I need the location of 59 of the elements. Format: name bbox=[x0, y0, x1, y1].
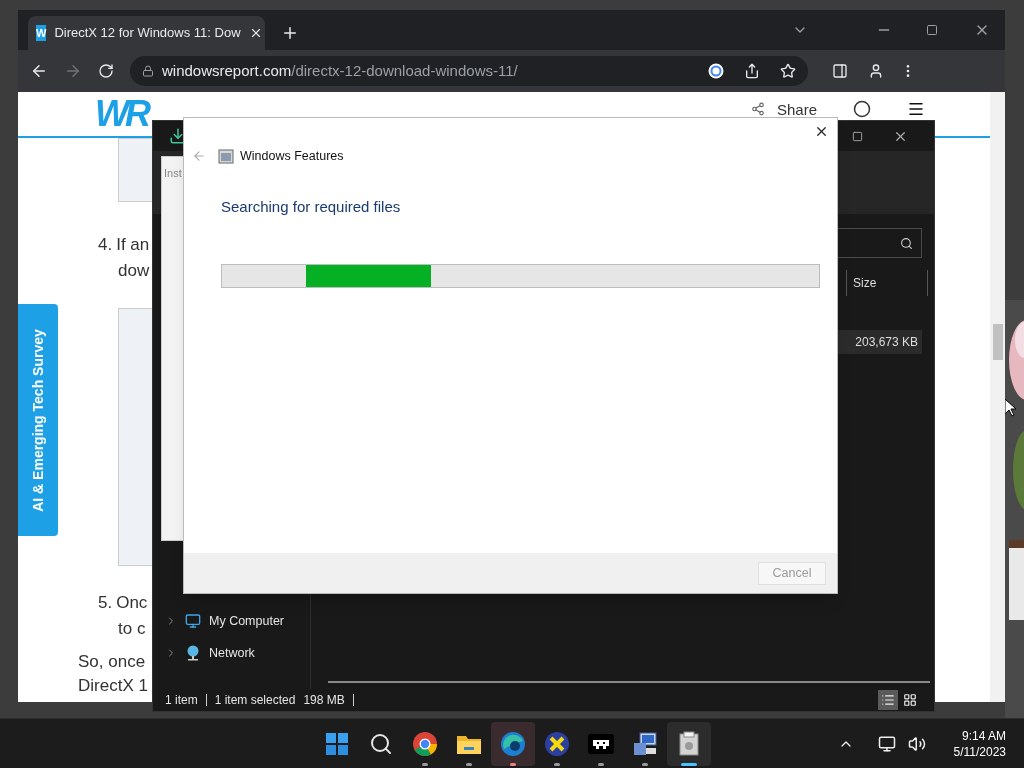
status-text: 1 item bbox=[165, 692, 198, 709]
step-text: Onc bbox=[116, 592, 148, 614]
profile-icon[interactable] bbox=[868, 63, 884, 79]
share-icon[interactable] bbox=[744, 63, 760, 79]
share-link[interactable]: Share bbox=[776, 100, 817, 118]
computer-icon bbox=[185, 613, 201, 629]
nav-item[interactable]: My Computer bbox=[165, 611, 310, 631]
lock-icon bbox=[142, 65, 154, 77]
nav-item[interactable]: Network bbox=[165, 643, 310, 663]
step-text: dow bbox=[118, 260, 150, 282]
window-text: Inst bbox=[164, 166, 182, 181]
reload-icon[interactable] bbox=[98, 63, 114, 79]
clock-time: 9:14 AM bbox=[961, 727, 1006, 744]
network-globe-icon bbox=[185, 645, 201, 661]
mouse-cursor-icon bbox=[1004, 398, 1016, 417]
windows-logo-icon bbox=[325, 732, 349, 756]
status-text: 198 MB bbox=[303, 692, 345, 709]
tab-title: DirectX 12 for Windows 11: Dow bbox=[54, 24, 241, 43]
network-icon[interactable] bbox=[877, 734, 896, 753]
menu-icon[interactable] bbox=[907, 100, 925, 118]
volume-icon[interactable] bbox=[907, 734, 926, 753]
view-toggle[interactable] bbox=[878, 690, 898, 710]
installer-box-icon bbox=[678, 731, 700, 757]
step-text: to c bbox=[118, 618, 146, 640]
folder-icon bbox=[456, 733, 482, 755]
details-view-icon bbox=[881, 693, 895, 707]
maximize-icon[interactable] bbox=[852, 130, 863, 142]
back-icon[interactable] bbox=[30, 62, 48, 80]
taskbar-app[interactable] bbox=[491, 722, 535, 766]
paragraph-line: So, once bbox=[78, 651, 146, 673]
maximize-icon[interactable] bbox=[926, 24, 938, 36]
side-panel-icon[interactable] bbox=[832, 63, 848, 79]
dialog-heading: Searching for required files bbox=[221, 196, 402, 217]
paragraph-line: DirectX 1 bbox=[78, 675, 148, 697]
list-number: 4. bbox=[98, 234, 113, 256]
taskbar-app[interactable] bbox=[667, 722, 711, 766]
space-invader-icon bbox=[588, 734, 614, 754]
bookmark-star-icon[interactable] bbox=[780, 63, 796, 79]
survey-label: AI & Emerging Tech Survey bbox=[28, 328, 47, 512]
status-text: 1 item selected bbox=[214, 692, 296, 709]
dialog-title: Windows Features bbox=[240, 148, 344, 165]
close-icon[interactable] bbox=[814, 124, 829, 139]
forward-icon[interactable] bbox=[64, 62, 82, 80]
step-text: If an bbox=[116, 234, 150, 256]
browser-icon bbox=[412, 731, 438, 757]
list-number: 5. bbox=[98, 592, 113, 614]
edge-icon bbox=[500, 731, 526, 757]
computer-setup-icon bbox=[632, 731, 658, 757]
clock[interactable]: 9:14 AM 5/11/2023 bbox=[953, 727, 1006, 760]
clock-date: 5/11/2023 bbox=[953, 743, 1006, 760]
address-bar[interactable]: windowsreport.com/directx-12-download-windows-11/ bbox=[130, 56, 808, 86]
nav-label: My Computer bbox=[209, 612, 285, 630]
url-text: windowsreport.com/directx-12-download-windows-11/ bbox=[162, 60, 518, 81]
x-logo-icon bbox=[544, 731, 570, 757]
column-header[interactable]: Size bbox=[846, 270, 928, 296]
features-window-icon bbox=[218, 148, 234, 165]
new-tab-icon[interactable] bbox=[281, 24, 299, 42]
tiles-view-icon bbox=[903, 693, 917, 707]
nav-label: Network bbox=[209, 644, 255, 662]
